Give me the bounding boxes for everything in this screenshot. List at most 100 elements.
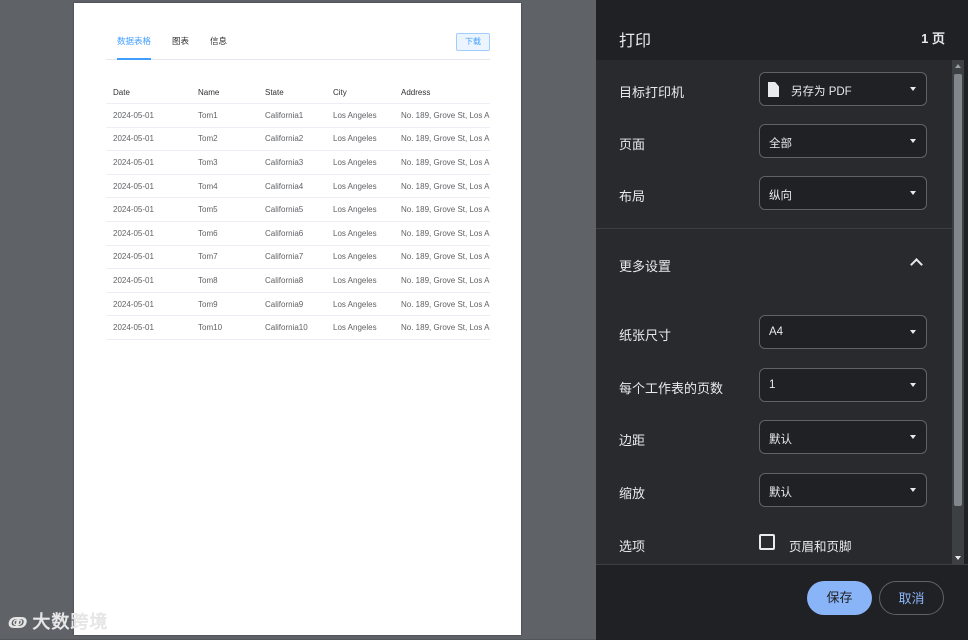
table-row: 2024-05-01 Tom2 California2 Los Angeles No. … (106, 127, 490, 152)
paper-size-label: 纸张尺寸 (619, 328, 672, 343)
cell-date: 2024-05-01 (106, 150, 191, 175)
cell-state: California10 (258, 315, 326, 340)
cell-state: California3 (258, 150, 326, 175)
headers-footers-checkbox[interactable] (759, 534, 775, 550)
tab-chart[interactable]: 图表 (172, 35, 189, 58)
cell-address: No. 189, Grove St, Los A (394, 315, 490, 340)
destination-select[interactable]: 另存为 PDF (759, 72, 927, 106)
cell-date: 2024-05-01 (106, 127, 191, 152)
cell-state: California6 (258, 221, 326, 246)
cell-city: Los Angeles (326, 315, 394, 340)
cell-state: California2 (258, 127, 326, 152)
cell-name: Tom2 (191, 127, 258, 152)
cell-state: California5 (258, 197, 326, 222)
cell-city: Los Angeles (326, 174, 394, 199)
divider (596, 228, 952, 229)
table-row: 2024-05-01 Tom10 California10 Los Angeles No… (106, 315, 490, 340)
cell-name: Tom1 (191, 103, 258, 128)
scale-label: 缩放 (619, 486, 646, 501)
paper-size-select[interactable]: A4 (759, 315, 927, 349)
table-row: 2024-05-01 Tom8 California8 Los Angeles No. … (106, 268, 490, 293)
chevron-down-icon (910, 139, 916, 143)
chevron-down-icon (910, 87, 916, 91)
cell-state: California7 (258, 245, 326, 270)
cell-state: California1 (258, 103, 326, 128)
cell-address: No. 189, Grove St, Los A (394, 268, 490, 293)
destination-label: 目标打印机 (619, 85, 685, 100)
scroll-up-icon[interactable] (955, 64, 961, 68)
cell-city: Los Angeles (326, 268, 394, 293)
chevron-down-icon (910, 488, 916, 492)
column-header-state: State (258, 81, 326, 104)
paper-size-value: A4 (769, 326, 784, 338)
cell-name: Tom5 (191, 197, 258, 222)
margins-label: 边距 (619, 433, 646, 448)
cell-name: Tom6 (191, 221, 258, 246)
margins-select[interactable]: 默认 (759, 420, 927, 454)
cell-city: Los Angeles (326, 103, 394, 128)
chevron-down-icon (910, 435, 916, 439)
pages-per-sheet-select[interactable]: 1 (759, 368, 927, 402)
cell-date: 2024-05-01 (106, 268, 191, 293)
table-row: 2024-05-01 Tom4 California4 Los Angeles No. … (106, 174, 490, 199)
cell-city: Los Angeles (326, 221, 394, 246)
data-table: Date Name State City Address 2024-05-01 T… (106, 81, 490, 340)
headers-footers-label[interactable]: 页眉和页脚 (789, 536, 852, 555)
table-row: 2024-05-01 Tom9 California9 Los Angeles No. … (106, 292, 490, 317)
scrollbar[interactable] (952, 60, 964, 564)
cell-address: No. 189, Grove St, Los A (394, 197, 490, 222)
column-header-name: Name (191, 81, 258, 104)
cell-address: No. 189, Grove St, Los A (394, 103, 490, 128)
watermark-text: 大数跨境 (32, 612, 109, 632)
scroll-thumb[interactable] (954, 74, 962, 506)
cell-date: 2024-05-01 (106, 315, 191, 340)
cell-date: 2024-05-01 (106, 292, 191, 317)
layout-label: 布局 (619, 189, 646, 204)
pages-select[interactable]: 全部 (759, 124, 927, 158)
cell-date: 2024-05-01 (106, 174, 191, 199)
cell-state: California8 (258, 268, 326, 293)
cell-address: No. 189, Grove St, Los A (394, 174, 490, 199)
tab-info[interactable]: 信息 (210, 35, 227, 58)
cell-name: Tom4 (191, 174, 258, 199)
column-header-date: Date (106, 81, 191, 104)
table-row: 2024-05-01 Tom7 California7 Los Angeles No. … (106, 245, 490, 270)
cell-name: Tom7 (191, 245, 258, 270)
cell-name: Tom10 (191, 315, 258, 340)
chevron-down-icon (910, 330, 916, 334)
cancel-button[interactable]: 取消 (879, 581, 944, 615)
cell-address: No. 189, Grove St, Los A (394, 150, 490, 175)
chevron-down-icon (910, 191, 916, 195)
layout-select[interactable]: 纵向 (759, 176, 927, 210)
cell-city: Los Angeles (326, 292, 394, 317)
tab-bar: 数据表格 图表 信息 下载 (106, 29, 490, 60)
pages-per-sheet-value: 1 (769, 379, 776, 391)
cell-date: 2024-05-01 (106, 197, 191, 222)
cell-name: Tom8 (191, 268, 258, 293)
table-row: 2024-05-01 Tom1 California1 Los Angeles No. … (106, 103, 490, 128)
cell-city: Los Angeles (326, 245, 394, 270)
cell-city: Los Angeles (326, 197, 394, 222)
column-header-address: Address (394, 81, 490, 104)
pages-per-sheet-label: 每个工作表的页数 (619, 381, 724, 396)
table-row: 2024-05-01 Tom3 California3 Los Angeles No. … (106, 150, 490, 175)
cell-name: Tom3 (191, 150, 258, 175)
cell-address: No. 189, Grove St, Los A (394, 127, 490, 152)
cell-date: 2024-05-01 (106, 245, 191, 270)
scale-select[interactable]: 默认 (759, 473, 927, 507)
table-header-row: Date Name State City Address (106, 81, 490, 104)
scroll-down-icon[interactable] (955, 556, 961, 560)
preview-page: 数据表格 图表 信息 下载 Date Name State City Addre… (74, 3, 521, 635)
print-settings-panel: 打印 1 页 目标打印机 另存为 PDF 页面 全部 布局 纵向 更多设置 纸张… (596, 0, 968, 640)
cell-date: 2024-05-01 (106, 103, 191, 128)
table-row: 2024-05-01 Tom6 California6 Los Angeles No. … (106, 221, 490, 246)
download-button[interactable]: 下载 (456, 33, 490, 51)
table-row: 2024-05-01 Tom5 California5 Los Angeles No. … (106, 197, 490, 222)
tab-data-table[interactable]: 数据表格 (117, 35, 152, 60)
column-header-city: City (326, 81, 394, 104)
pages-label: 页面 (619, 137, 646, 152)
watermark: ↂ 大数跨境 (8, 608, 108, 634)
save-button[interactable]: 保存 (807, 581, 872, 615)
more-settings-toggle[interactable]: 更多设置 (619, 256, 671, 275)
cell-date: 2024-05-01 (106, 221, 191, 246)
